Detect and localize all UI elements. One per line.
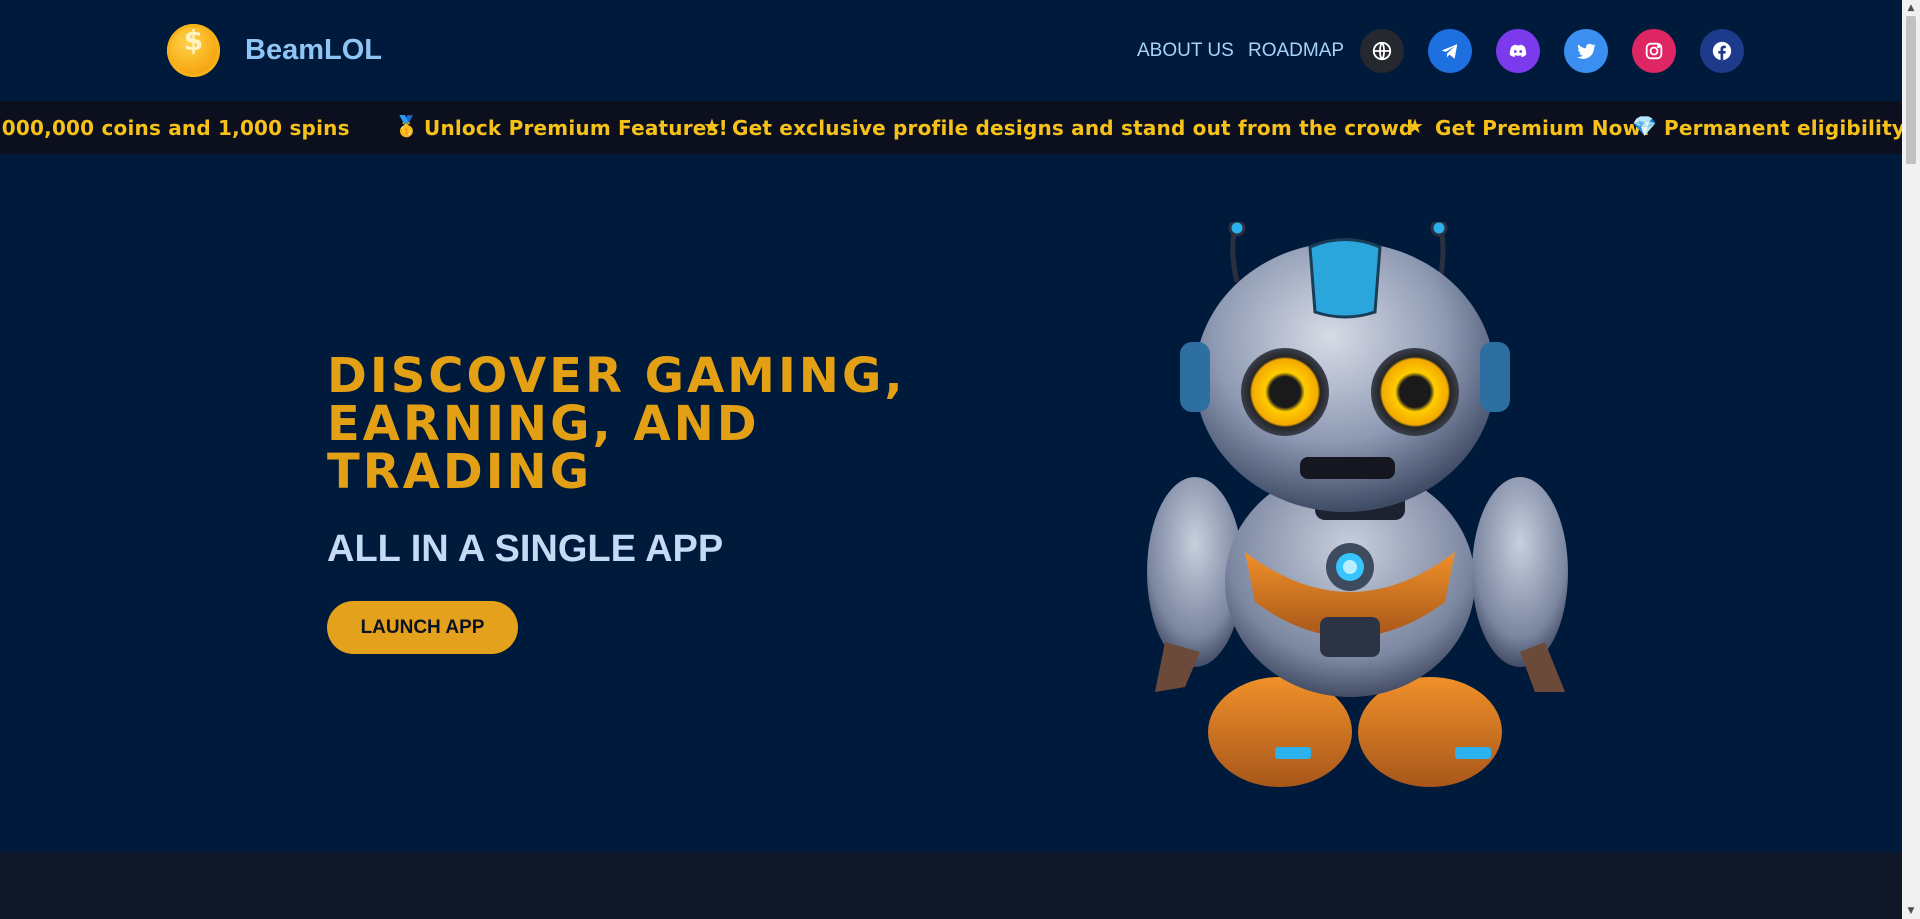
- instagram-icon[interactable]: [1632, 29, 1676, 73]
- star-icon: ★: [1406, 114, 1424, 138]
- ticker-text: Unlock Premium Features!: [424, 116, 728, 140]
- coin-logo[interactable]: $: [167, 24, 220, 77]
- star-icon: ★: [703, 114, 721, 138]
- ticker-text: Get exclusive profile designs and stand …: [732, 116, 1414, 140]
- medal-icon: 🥇: [394, 114, 419, 138]
- nav-roadmap[interactable]: ROADMAP: [1248, 40, 1344, 62]
- site-header: $ BeamLOL ABOUT US ROADMAP: [0, 0, 1902, 101]
- hero-title-line: DISCOVER GAMING,: [327, 348, 906, 404]
- scrollbar-thumb[interactable]: [1906, 16, 1916, 164]
- robot-illustration: [1147, 222, 1568, 787]
- dollar-icon: $: [183, 24, 204, 57]
- ticker-text: ,000,000 coins and 1,000 spins: [0, 116, 350, 140]
- diamond-icon: 💎: [1632, 114, 1657, 138]
- hero-title-line: TRADING: [327, 444, 593, 500]
- scroll-down-icon[interactable]: ▼: [1902, 903, 1920, 919]
- hero-title: DISCOVER GAMING, EARNING, AND TRADING: [327, 352, 927, 496]
- vertical-scrollbar[interactable]: ▲ ▼: [1902, 0, 1920, 919]
- facebook-icon[interactable]: [1700, 29, 1744, 73]
- hero-section: DISCOVER GAMING, EARNING, AND TRADING AL…: [0, 154, 1902, 852]
- twitter-icon[interactable]: [1564, 29, 1608, 73]
- nav-about-us[interactable]: ABOUT US: [1137, 40, 1234, 62]
- discord-icon[interactable]: [1496, 29, 1540, 73]
- scroll-up-icon[interactable]: ▲: [1902, 0, 1920, 16]
- launch-app-button[interactable]: LAUNCH APP: [327, 601, 518, 654]
- telegram-icon[interactable]: [1428, 29, 1472, 73]
- announcement-ticker: ,000,000 coins and 1,000 spins 🥇 Unlock …: [0, 101, 1902, 154]
- brand-name[interactable]: BeamLOL: [245, 34, 382, 67]
- hero-subtitle: ALL IN A SINGLE APP: [327, 528, 724, 570]
- globe-icon[interactable]: [1360, 29, 1404, 73]
- hero-title-line: EARNING, AND: [327, 396, 760, 452]
- ticker-text: Get Premium Now!: [1435, 116, 1651, 140]
- page: $ BeamLOL ABOUT US ROADMAP ,000,000 coin…: [0, 0, 1902, 919]
- ticker-text: Permanent eligibility fo: [1664, 116, 1902, 140]
- next-section: [0, 852, 1902, 919]
